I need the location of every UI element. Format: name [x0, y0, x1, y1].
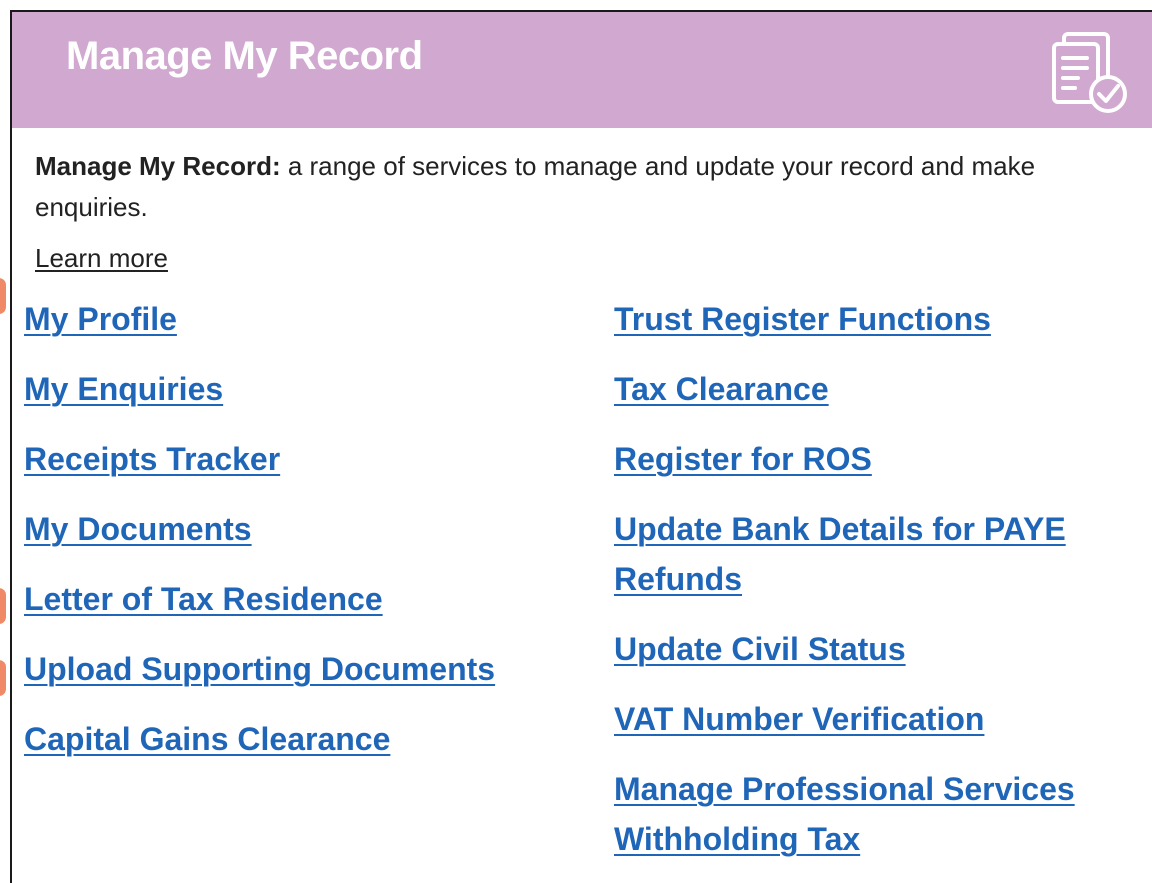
- list-item: Trust Register Functions: [614, 294, 1152, 344]
- list-item: My Profile: [24, 294, 584, 344]
- background-decoration: [0, 588, 6, 624]
- list-item: Tax Clearance: [614, 364, 1152, 414]
- my-profile-link[interactable]: My Profile: [24, 301, 177, 337]
- background-decoration: [0, 278, 6, 314]
- list-item: Manage Professional Services Withholding…: [614, 764, 1152, 864]
- list-item: Receipts Tracker: [24, 434, 584, 484]
- upload-supporting-documents-link[interactable]: Upload Supporting Documents: [24, 651, 495, 687]
- learn-more-link[interactable]: Learn more: [35, 240, 168, 276]
- my-documents-link[interactable]: My Documents: [24, 511, 252, 547]
- receipts-tracker-link[interactable]: Receipts Tracker: [24, 441, 280, 477]
- services-list-right: Trust Register Functions Tax Clearance R…: [614, 294, 1152, 883]
- background-decoration: [0, 660, 6, 696]
- manage-my-record-card: Manage My Record Manage My Record: a ran…: [10, 10, 1152, 883]
- tax-clearance-link[interactable]: Tax Clearance: [614, 371, 829, 407]
- card-description: Manage My Record: a range of services to…: [35, 146, 1115, 228]
- professional-services-withholding-tax-link[interactable]: Manage Professional Services Withholding…: [614, 771, 1075, 857]
- card-header: Manage My Record: [12, 12, 1152, 128]
- list-item: VAT Number Verification: [614, 694, 1152, 744]
- trust-register-functions-link[interactable]: Trust Register Functions: [614, 301, 991, 337]
- card-description-label: Manage My Record:: [35, 151, 281, 181]
- letter-of-tax-residence-link[interactable]: Letter of Tax Residence: [24, 581, 383, 617]
- page-frame: Manage My Record Manage My Record: a ran…: [0, 0, 1152, 883]
- register-for-ros-link[interactable]: Register for ROS: [614, 441, 872, 477]
- capital-gains-clearance-link[interactable]: Capital Gains Clearance: [24, 721, 390, 757]
- document-checkmark-icon: [1052, 32, 1127, 113]
- list-item: Letter of Tax Residence: [24, 574, 584, 624]
- list-item: Update Civil Status: [614, 624, 1152, 674]
- card-title: Manage My Record: [66, 34, 423, 78]
- list-item: My Enquiries: [24, 364, 584, 414]
- vat-number-verification-link[interactable]: VAT Number Verification: [614, 701, 984, 737]
- list-item: Update Bank Details for PAYE Refunds: [614, 504, 1152, 604]
- list-item: Capital Gains Clearance: [24, 714, 584, 764]
- update-civil-status-link[interactable]: Update Civil Status: [614, 631, 906, 667]
- services-list-left: My Profile My Enquiries Receipts Tracker…: [24, 294, 584, 784]
- list-item: Register for ROS: [614, 434, 1152, 484]
- list-item: My Documents: [24, 504, 584, 554]
- list-item: Upload Supporting Documents: [24, 644, 584, 694]
- my-enquiries-link[interactable]: My Enquiries: [24, 371, 223, 407]
- update-bank-details-link[interactable]: Update Bank Details for PAYE Refunds: [614, 511, 1066, 597]
